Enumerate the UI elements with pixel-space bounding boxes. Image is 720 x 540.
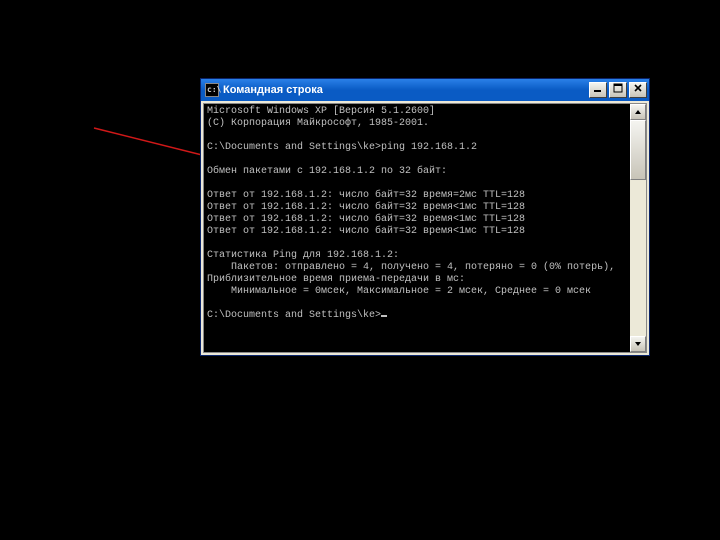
close-button[interactable] xyxy=(629,82,647,98)
minimize-button[interactable] xyxy=(589,82,607,98)
window-title: Командная строка xyxy=(223,84,589,96)
cmd-icon: c:\ xyxy=(205,83,219,97)
client-area: Microsoft Windows XP [Версия 5.1.2600] (… xyxy=(203,103,647,353)
vertical-scrollbar[interactable] xyxy=(630,104,646,352)
titlebar[interactable]: c:\ Командная строка xyxy=(201,79,649,101)
cursor xyxy=(381,315,387,317)
cmd-window: c:\ Командная строка Microsoft Windows X… xyxy=(200,78,650,356)
scroll-up-button[interactable] xyxy=(630,104,646,120)
scroll-thumb[interactable] xyxy=(630,120,646,180)
maximize-button[interactable] xyxy=(609,82,627,98)
scroll-down-button[interactable] xyxy=(630,336,646,352)
console-output[interactable]: Microsoft Windows XP [Версия 5.1.2600] (… xyxy=(204,104,630,352)
scroll-track[interactable] xyxy=(630,120,646,336)
